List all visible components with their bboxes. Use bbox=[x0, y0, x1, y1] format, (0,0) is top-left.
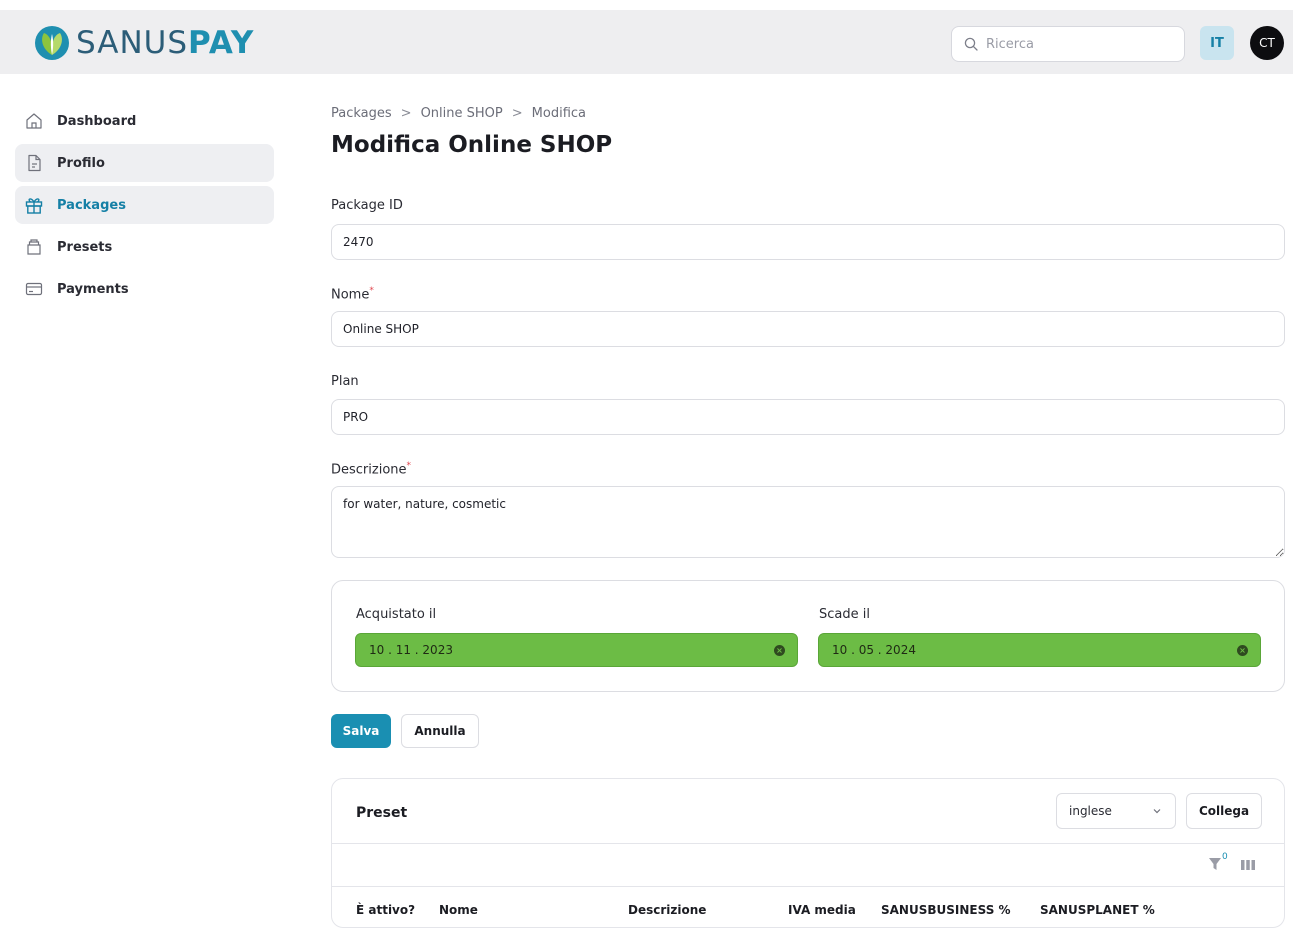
column-header-nome[interactable]: Nome bbox=[439, 903, 478, 917]
sidebar-item-label: Profilo bbox=[57, 155, 105, 171]
breadcrumb-packages[interactable]: Packages bbox=[331, 106, 392, 121]
card-icon bbox=[25, 282, 43, 296]
save-button[interactable]: Salva bbox=[331, 714, 391, 748]
logo-text: SANUSPAY bbox=[76, 25, 255, 61]
filter-icon[interactable] bbox=[1208, 856, 1222, 872]
acquistato-il-date-field[interactable]: 10 . 11 . 2023 × bbox=[355, 633, 798, 667]
acquistato-il-label: Acquistato il bbox=[356, 607, 437, 622]
dates-card: Acquistato il 10 . 11 . 2023 × Scade il … bbox=[331, 580, 1285, 692]
table-toolbar: 0 bbox=[332, 843, 1284, 887]
box-icon bbox=[27, 239, 41, 255]
sidebar-item-dashboard[interactable]: Dashboard bbox=[15, 102, 274, 140]
collega-button[interactable]: Collega bbox=[1186, 793, 1262, 829]
main-content: Packages > Online SHOP > Modifica Modifi… bbox=[331, 100, 1285, 928]
breadcrumb: Packages > Online SHOP > Modifica bbox=[331, 100, 1285, 126]
descrizione-field[interactable]: for water, nature, cosmetic bbox=[331, 486, 1285, 558]
search-icon bbox=[964, 37, 978, 51]
chevron-right-icon: > bbox=[400, 105, 412, 121]
language-select-value: inglese bbox=[1069, 804, 1112, 818]
user-avatar[interactable]: CT bbox=[1250, 26, 1284, 60]
table-header: È attivo? Nome Descrizione IVA media SAN… bbox=[332, 887, 1284, 927]
filter-count: 0 bbox=[1222, 852, 1228, 862]
column-header-descrizione[interactable]: Descrizione bbox=[628, 903, 706, 917]
column-header-iva-media[interactable]: IVA media bbox=[788, 903, 856, 917]
sidebar-item-packages[interactable]: Packages bbox=[15, 186, 274, 224]
breadcrumb-modifica: Modifica bbox=[531, 105, 586, 121]
sidebar-item-profilo[interactable]: Profilo bbox=[15, 144, 274, 182]
scade-il-label: Scade il bbox=[819, 607, 870, 622]
sidebar-item-label: Presets bbox=[57, 239, 113, 255]
scade-il-date-field[interactable]: 10 . 05 . 2024 × bbox=[818, 633, 1261, 667]
language-select[interactable]: inglese bbox=[1056, 793, 1176, 829]
package-id-label: Package ID bbox=[331, 198, 403, 213]
required-marker: * bbox=[369, 286, 374, 296]
sidebar-item-label: Dashboard bbox=[57, 113, 137, 129]
plan-field[interactable] bbox=[331, 399, 1285, 435]
scade-il-value: 10 . 05 . 2024 bbox=[832, 643, 916, 657]
home-icon bbox=[26, 113, 42, 129]
page-title: Modifica Online SHOP bbox=[331, 132, 613, 158]
cancel-button[interactable]: Annulla bbox=[401, 714, 479, 748]
package-id-field[interactable] bbox=[331, 224, 1285, 260]
leaf-logo-icon bbox=[35, 26, 69, 60]
sidebar-item-label: Packages bbox=[57, 197, 126, 213]
clear-date-icon[interactable]: × bbox=[1237, 645, 1248, 656]
sidebar: Dashboard Profilo Packages Presets Payme… bbox=[15, 102, 274, 312]
sidebar-item-payments[interactable]: Payments bbox=[15, 270, 274, 308]
nome-label: Nome* bbox=[331, 286, 374, 303]
plan-label: Plan bbox=[331, 374, 359, 389]
required-marker: * bbox=[406, 461, 412, 471]
clear-date-icon[interactable]: × bbox=[774, 645, 785, 656]
breadcrumb-online-shop[interactable]: Online SHOP bbox=[421, 106, 503, 121]
preset-title: Preset bbox=[356, 805, 408, 821]
language-button[interactable]: IT bbox=[1200, 26, 1234, 60]
top-bar: SANUSPAY IT CT bbox=[0, 10, 1293, 74]
nome-field[interactable] bbox=[331, 311, 1285, 347]
chevron-right-icon: > bbox=[511, 105, 523, 121]
column-header-sanusplanet[interactable]: SANUSPLANET % bbox=[1040, 903, 1155, 917]
column-header-attivo[interactable]: È attivo? bbox=[356, 903, 415, 917]
sanuspay-logo[interactable]: SANUSPAY bbox=[34, 24, 254, 62]
search-box[interactable] bbox=[951, 26, 1185, 62]
search-input[interactable] bbox=[986, 36, 1166, 52]
sidebar-item-presets[interactable]: Presets bbox=[15, 228, 274, 266]
column-header-sanusbusiness[interactable]: SANUSBUSINESS % bbox=[881, 903, 1011, 917]
chevron-down-icon bbox=[1153, 809, 1161, 814]
gift-icon bbox=[25, 198, 43, 214]
document-icon bbox=[28, 154, 41, 172]
preset-card: Preset inglese Collega 0 È attivo? Nome … bbox=[331, 778, 1285, 928]
descrizione-label: Descrizione* bbox=[331, 461, 412, 478]
columns-icon[interactable] bbox=[1240, 858, 1256, 872]
sidebar-item-label: Payments bbox=[57, 281, 129, 297]
acquistato-il-value: 10 . 11 . 2023 bbox=[369, 643, 453, 657]
